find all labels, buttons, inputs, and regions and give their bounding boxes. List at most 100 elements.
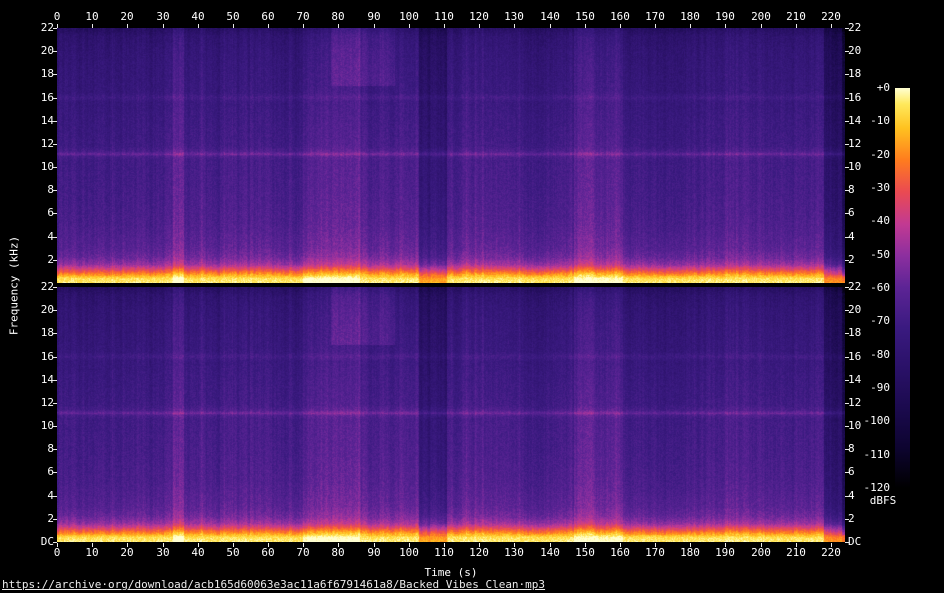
time-tick-mark [92, 543, 93, 547]
freq-tick-mark [845, 380, 849, 381]
freq-tick-label: 6 [848, 466, 874, 478]
time-tick-label: 160 [605, 11, 635, 23]
time-tick-mark [233, 543, 234, 547]
time-tick-label: 150 [570, 547, 600, 559]
time-tick-label: 80 [323, 547, 353, 559]
colorbar-unit-label: dBFS [856, 494, 910, 507]
time-tick-label: 200 [746, 547, 776, 559]
time-tick-mark [655, 543, 656, 547]
freq-tick-label: 8 [848, 184, 874, 196]
freq-tick-mark [845, 403, 849, 404]
time-tick-label: 10 [77, 11, 107, 23]
freq-tick-label: 22 [848, 22, 874, 34]
colorbar-tick-label: -50 [856, 249, 890, 261]
freq-tick-label: 6 [28, 466, 54, 478]
time-tick-label: 180 [675, 547, 705, 559]
time-tick-label: 70 [288, 11, 318, 23]
time-tick-label: 90 [359, 11, 389, 23]
freq-tick-mark [845, 167, 849, 168]
freq-tick-label: 12 [848, 138, 874, 150]
time-tick-mark [514, 543, 515, 547]
freq-tick-mark [845, 213, 849, 214]
spectrogram-panel-channel-2 [57, 287, 845, 542]
colorbar-tick-label: +0 [856, 82, 890, 94]
time-tick-mark [796, 543, 797, 547]
freq-tick-label: 22 [28, 281, 54, 293]
time-tick-label: 40 [183, 11, 213, 23]
time-tick-label: 140 [535, 11, 565, 23]
time-tick-label: 130 [499, 11, 529, 23]
time-tick-label: 20 [112, 547, 142, 559]
freq-tick-mark [845, 51, 849, 52]
freq-tick-mark [845, 28, 849, 29]
freq-tick-label: 10 [848, 420, 874, 432]
time-tick-label: 100 [394, 547, 424, 559]
colorbar-gradient [895, 88, 910, 488]
freq-tick-label: 10 [28, 161, 54, 173]
freq-tick-label: 2 [28, 254, 54, 266]
time-tick-label: 110 [429, 547, 459, 559]
freq-tick-label: DC [848, 536, 874, 548]
time-tick-mark [57, 543, 58, 547]
colorbar-tick-label: -90 [856, 382, 890, 394]
freq-tick-label: 16 [28, 92, 54, 104]
freq-tick-label: 14 [28, 374, 54, 386]
freq-tick-mark [845, 74, 849, 75]
freq-tick-label: 18 [848, 327, 874, 339]
freq-tick-mark [845, 449, 849, 450]
freq-tick-label: 12 [848, 397, 874, 409]
time-tick-label: 80 [323, 11, 353, 23]
freq-tick-label: 18 [848, 68, 874, 80]
freq-tick-mark [845, 519, 849, 520]
freq-tick-label: 6 [28, 207, 54, 219]
time-tick-mark [268, 543, 269, 547]
freq-tick-label: 16 [848, 351, 874, 363]
freq-tick-mark [53, 542, 57, 543]
time-tick-label: 60 [253, 11, 283, 23]
time-tick-mark [303, 543, 304, 547]
time-tick-label: 160 [605, 547, 635, 559]
freq-tick-label: 14 [848, 115, 874, 127]
freq-tick-label: 2 [28, 513, 54, 525]
time-tick-label: 120 [464, 547, 494, 559]
freq-tick-label: 14 [848, 374, 874, 386]
freq-tick-label: 6 [848, 207, 874, 219]
time-tick-label: 0 [42, 547, 72, 559]
freq-tick-mark [845, 121, 849, 122]
time-tick-label: 220 [816, 11, 846, 23]
freq-tick-mark [845, 98, 849, 99]
time-tick-label: 40 [183, 547, 213, 559]
time-tick-label: 60 [253, 547, 283, 559]
time-tick-mark [761, 543, 762, 547]
freq-tick-label: 2 [848, 513, 874, 525]
time-tick-label: 200 [746, 11, 776, 23]
freq-tick-label: 22 [28, 22, 54, 34]
time-tick-mark [620, 543, 621, 547]
colorbar-tick-label: -30 [856, 182, 890, 194]
time-tick-label: 70 [288, 547, 318, 559]
time-tick-label: 190 [710, 547, 740, 559]
freq-tick-label: 2 [848, 254, 874, 266]
time-tick-label: 100 [394, 11, 424, 23]
time-tick-label: 130 [499, 547, 529, 559]
time-tick-label: 220 [816, 547, 846, 559]
time-tick-mark [585, 543, 586, 547]
colorbar-tick-label: -20 [856, 149, 890, 161]
freq-tick-mark [845, 237, 849, 238]
colorbar-tick-label: -110 [856, 449, 890, 461]
time-tick-label: 30 [148, 547, 178, 559]
source-url-caption: https://archive·org/download/acb165d6006… [2, 578, 545, 591]
freq-tick-mark [845, 472, 849, 473]
time-tick-mark [831, 543, 832, 547]
time-tick-label: 170 [640, 11, 670, 23]
freq-tick-label: 8 [28, 184, 54, 196]
freq-tick-label: 16 [28, 351, 54, 363]
colorbar-tick-label: -70 [856, 315, 890, 327]
freq-tick-mark [845, 287, 849, 288]
freq-tick-label: 22 [848, 281, 874, 293]
freq-tick-label: 8 [848, 443, 874, 455]
freq-tick-mark [845, 310, 849, 311]
freq-tick-label: DC [28, 536, 54, 548]
colorbar-tick-label: -100 [856, 415, 890, 427]
freq-tick-label: 10 [28, 420, 54, 432]
